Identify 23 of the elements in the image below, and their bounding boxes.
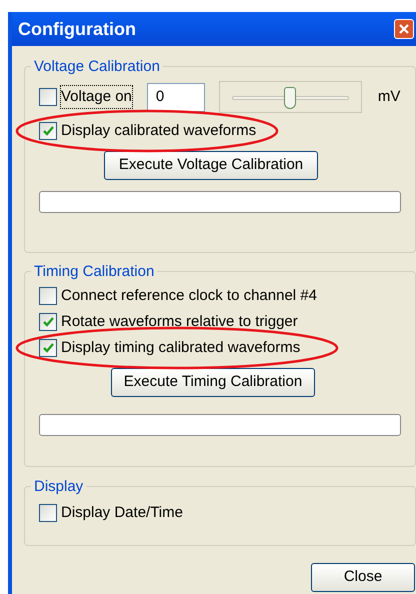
checkbox[interactable] (39, 122, 57, 140)
slider-thumb[interactable] (284, 87, 296, 109)
checkbox[interactable] (39, 287, 57, 305)
checkbox[interactable] (39, 313, 57, 331)
unit-label: mV (378, 86, 400, 107)
checkbox[interactable] (39, 88, 57, 106)
check-icon (42, 126, 54, 136)
check-icon (42, 317, 54, 327)
value-field[interactable]: 0 (146, 82, 205, 112)
action-button[interactable]: Execute Timing Calibration (111, 368, 315, 397)
check-icon (42, 343, 54, 353)
close-icon (399, 24, 409, 34)
action-button[interactable]: Close (311, 563, 415, 592)
window-title: Configuration (18, 18, 136, 41)
checkbox[interactable] (39, 504, 57, 522)
checkbox-label[interactable]: Display Date/Time (61, 502, 183, 524)
checkbox[interactable] (39, 339, 57, 357)
checkbox-label[interactable]: Connect reference clock to channel #4 (61, 284, 317, 308)
slider[interactable] (218, 81, 362, 113)
checkbox-label[interactable]: Voltage on (60, 84, 133, 110)
action-button[interactable]: Execute Voltage Calibration (104, 151, 318, 180)
checkbox-label[interactable]: Rotate waveforms relative to trigger (61, 310, 298, 334)
close-button[interactable] (394, 19, 414, 39)
